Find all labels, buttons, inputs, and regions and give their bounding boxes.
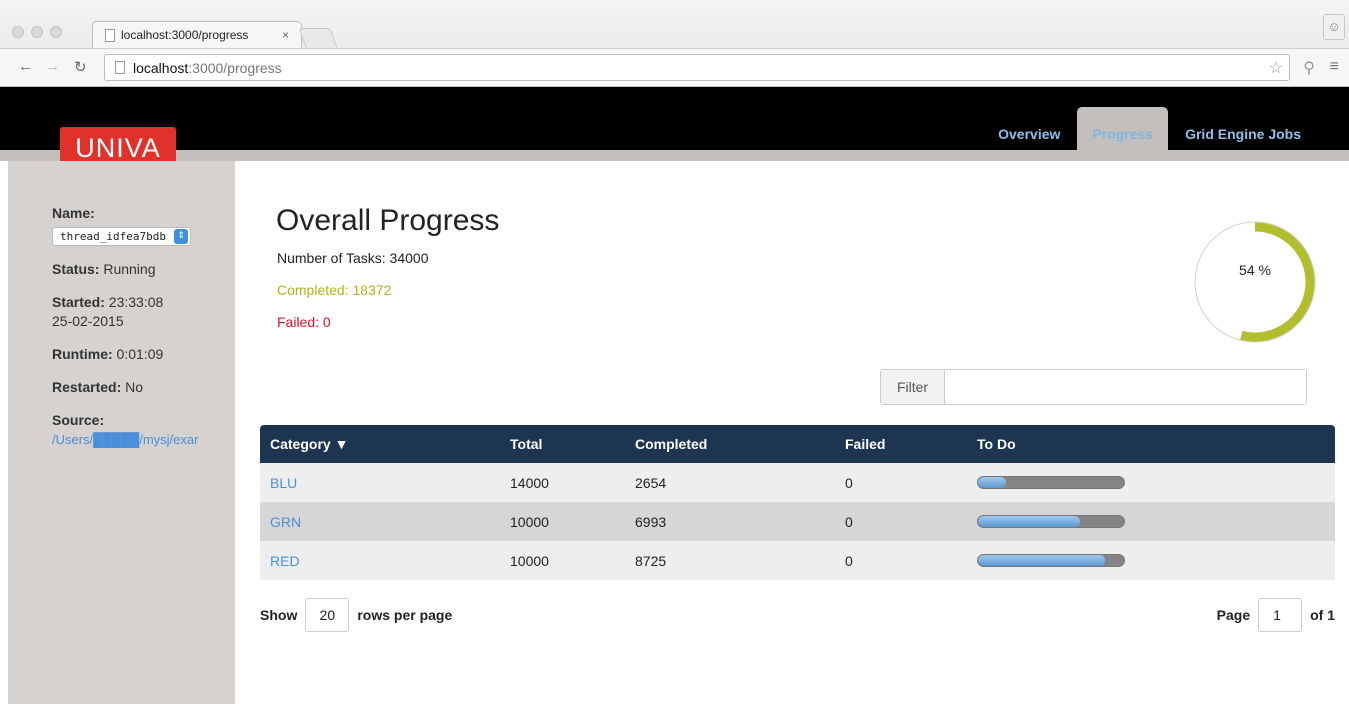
- url-path: :3000/progress: [188, 59, 282, 76]
- browser-tab[interactable]: localhost:3000/progress ×: [92, 21, 302, 48]
- filter-input[interactable]: [945, 370, 1306, 404]
- page-icon: [115, 61, 125, 74]
- started-value: 23:33:08: [104, 294, 164, 310]
- todo-progress-fill: [978, 516, 1081, 527]
- tab-overview[interactable]: Overview: [983, 107, 1075, 150]
- progress-donut: [1194, 221, 1316, 343]
- address-bar[interactable]: localhost:3000/progress ☆: [104, 54, 1290, 81]
- col-failed[interactable]: Failed: [835, 425, 967, 463]
- filter-label: Filter: [881, 370, 945, 404]
- page-label: Page: [1216, 607, 1251, 623]
- status-row: Status: Running: [52, 260, 232, 279]
- failed-cell: 0: [835, 463, 967, 502]
- progress-percent: 54 %: [1239, 262, 1271, 278]
- table-row: RED 10000 8725 0: [260, 541, 1335, 580]
- source-link[interactable]: /Users/█████/mysj/exar: [52, 430, 202, 449]
- todo-progress-bar: [977, 476, 1125, 489]
- menu-icon[interactable]: ≡: [1330, 58, 1339, 76]
- pagination: Page 1 of 1: [1217, 598, 1335, 632]
- restarted-row: Restarted: No: [52, 378, 232, 397]
- todo-progress-fill: [978, 477, 1006, 488]
- total-cell: 10000: [500, 541, 625, 580]
- todo-cell: [967, 463, 1335, 502]
- minimize-window-button[interactable]: [31, 26, 43, 38]
- completed-cell: 8725: [625, 541, 835, 580]
- status-value: Running: [99, 261, 156, 277]
- col-completed[interactable]: Completed: [625, 425, 835, 463]
- bookmark-star-icon[interactable]: ☆: [1269, 58, 1283, 78]
- browser-toolbar: ← → ↻ localhost:3000/progress ☆ ⚲ ≡: [0, 48, 1349, 86]
- task-count: Number of Tasks: 34000: [277, 250, 429, 266]
- source-row: Source: /Users/█████/mysj/exar: [52, 411, 232, 449]
- progress-table: Category ▼ Total Completed Failed To Do …: [260, 425, 1335, 580]
- table-row: GRN 10000 6993 0: [260, 502, 1335, 541]
- tab-grid-engine-jobs[interactable]: Grid Engine Jobs: [1170, 107, 1316, 150]
- category-link[interactable]: BLU: [260, 463, 500, 502]
- main-nav: Overview Progress Grid Engine Jobs: [983, 107, 1316, 150]
- runtime-row: Runtime: 0:01:09: [52, 345, 232, 364]
- runtime-value: 0:01:09: [112, 346, 164, 362]
- job-info: Name: thread_idfea7bdb ⇕ Status: Running…: [52, 204, 232, 463]
- header-divider: [0, 150, 1349, 161]
- failed-count: Failed: 0: [277, 314, 331, 330]
- name-label: Name:: [52, 205, 95, 221]
- col-category[interactable]: Category ▼: [260, 425, 500, 463]
- todo-progress-bar: [977, 515, 1125, 528]
- select-arrows-icon: ⇕: [173, 229, 188, 244]
- runtime-label: Runtime:: [52, 346, 113, 362]
- show-label: Show: [260, 607, 298, 623]
- total-cell: 14000: [500, 463, 625, 502]
- rows-per-page-input[interactable]: 20: [305, 598, 350, 632]
- tab-close-icon[interactable]: ×: [282, 28, 289, 42]
- todo-progress-bar: [977, 554, 1125, 567]
- window-controls: [12, 26, 62, 38]
- failed-cell: 0: [835, 502, 967, 541]
- url-host: localhost: [133, 59, 189, 76]
- completed-count: Completed: 18372: [277, 282, 392, 298]
- started-label: Started:: [52, 294, 105, 310]
- name-row: Name: thread_idfea7bdb ⇕: [52, 204, 232, 246]
- failed-cell: 0: [835, 541, 967, 580]
- close-window-button[interactable]: [12, 26, 24, 38]
- browser-chrome: localhost:3000/progress × ☺ ← → ↻ localh…: [0, 0, 1349, 87]
- category-link[interactable]: GRN: [260, 502, 500, 541]
- filter-group: Filter: [880, 369, 1307, 405]
- started-date: 25-02-2015: [52, 313, 124, 329]
- col-todo[interactable]: To Do: [967, 425, 1335, 463]
- profile-icon[interactable]: ☺: [1323, 14, 1345, 40]
- back-icon[interactable]: ←: [18, 58, 33, 75]
- name-select-value: thread_idfea7bdb: [60, 230, 166, 243]
- col-total[interactable]: Total: [500, 425, 625, 463]
- new-tab-button[interactable]: [298, 28, 338, 48]
- status-label: Status:: [52, 261, 100, 277]
- table-row: BLU 14000 2654 0: [260, 463, 1335, 502]
- extension-icon[interactable]: ⚲: [1303, 58, 1315, 78]
- reload-icon[interactable]: ↻: [74, 58, 87, 76]
- todo-progress-fill: [978, 555, 1106, 566]
- page-title: Overall Progress: [276, 204, 500, 237]
- restarted-label: Restarted:: [52, 379, 122, 395]
- source-label: Source:: [52, 412, 105, 428]
- restarted-value: No: [121, 379, 144, 395]
- rows-per-page: Show 20 rows per page: [260, 598, 452, 632]
- todo-cell: [967, 541, 1335, 580]
- started-row: Started: 23:33:08 25-02-2015: [52, 293, 232, 331]
- todo-cell: [967, 502, 1335, 541]
- tab-title: localhost:3000/progress: [121, 28, 249, 42]
- tab-progress[interactable]: Progress: [1077, 107, 1169, 150]
- total-cell: 10000: [500, 502, 625, 541]
- rows-label: rows per page: [357, 607, 453, 623]
- page-total-label: of 1: [1310, 607, 1335, 623]
- forward-icon[interactable]: →: [45, 58, 60, 75]
- completed-cell: 2654: [625, 463, 835, 502]
- name-select[interactable]: thread_idfea7bdb ⇕: [52, 227, 191, 246]
- page-input[interactable]: 1: [1258, 598, 1303, 632]
- page-icon: [105, 28, 115, 42]
- table-header-row: Category ▼ Total Completed Failed To Do: [260, 425, 1335, 463]
- maximize-window-button[interactable]: [50, 26, 62, 38]
- completed-cell: 6993: [625, 502, 835, 541]
- category-link[interactable]: RED: [260, 541, 500, 580]
